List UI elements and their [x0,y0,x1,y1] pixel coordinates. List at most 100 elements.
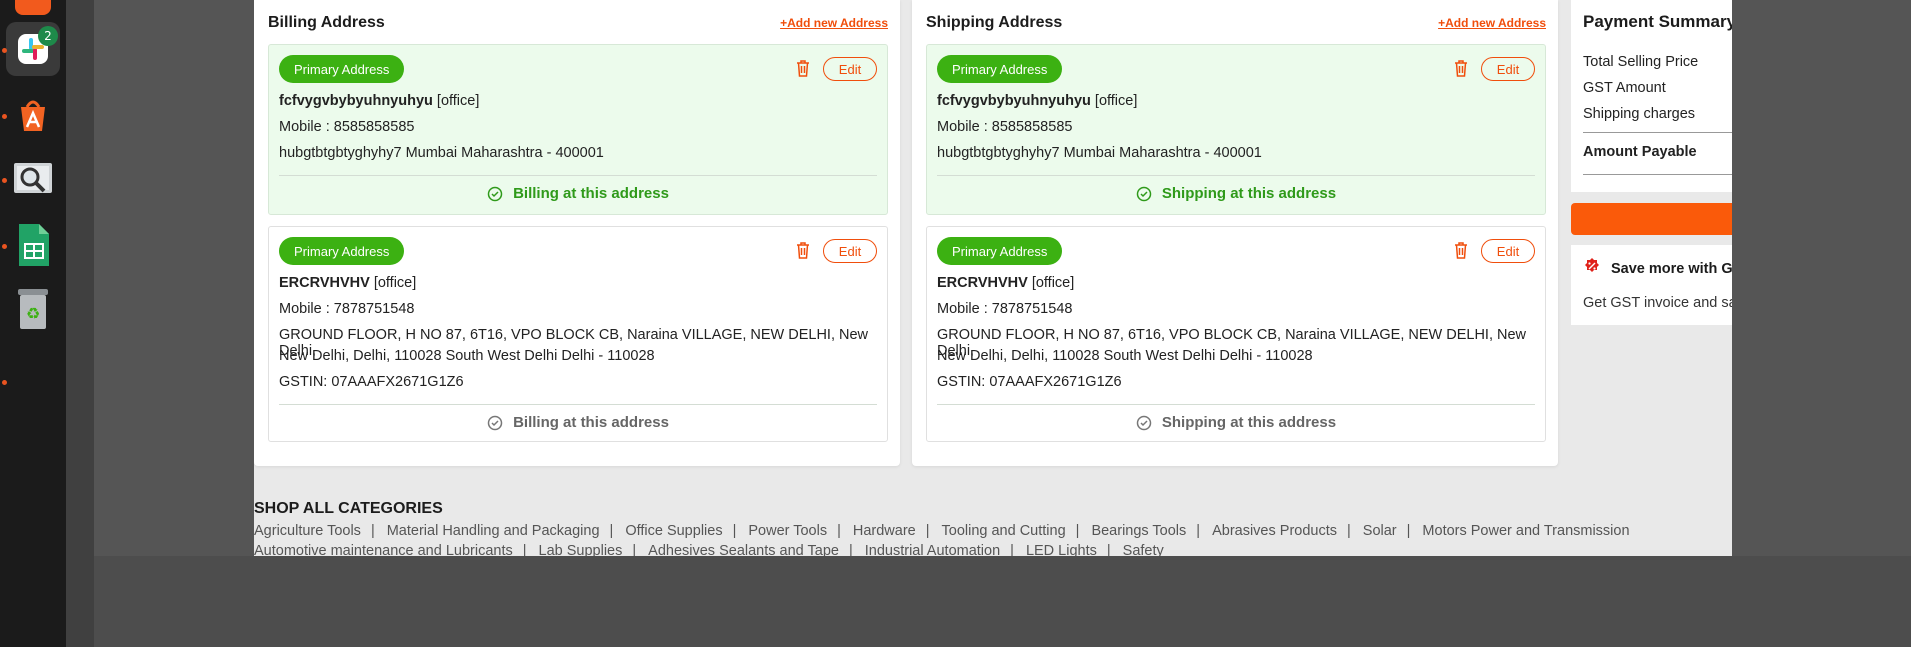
shipping-add-address-link[interactable]: +Add new Address [1438,16,1546,30]
dock-slack[interactable]: 2 [6,22,60,76]
category-link[interactable]: Agriculture Tools [254,523,361,539]
category-link[interactable]: LED Lights [1026,543,1097,556]
shipping-address-card-1[interactable]: Primary Address Edit fcfvygvbybyuhnyuhyu… [926,44,1546,215]
primary-address-badge: Primary Address [279,55,405,83]
backdrop-bottom [94,556,1911,647]
edit-button[interactable]: Edit [823,57,877,81]
billing-at-address-option[interactable]: Billing at this address [269,414,887,431]
dock-dot [2,244,7,249]
delete-icon[interactable] [1453,59,1469,77]
category-link[interactable]: Abrasives Products [1212,523,1337,539]
dock-trash[interactable]: ♻ [6,282,60,336]
check-circle-icon [487,415,503,430]
category-separator: | [1196,523,1201,539]
category-separator: | [1347,523,1351,539]
dock-dot [2,114,7,119]
primary-address-badge: Primary Address [937,237,1063,265]
address-mobile: Mobile : 8585858585 [937,119,1073,135]
billing-address-card-2[interactable]: Primary Address Edit ERCRVHVHV [office] … [268,226,888,442]
category-link[interactable]: Power Tools [748,523,827,539]
app-dock: 2 ♻ [0,0,66,647]
shipping-address-card-2[interactable]: Primary Address Edit ERCRVHVHV [office] … [926,226,1546,442]
app-store-icon [15,0,51,15]
dock-spreadsheet[interactable] [6,218,60,272]
delete-icon[interactable] [1453,241,1469,259]
category-separator: | [1010,543,1014,556]
summary-row-gst: GST Amount [1583,80,1666,96]
summary-amount-payable: Amount Payable [1583,144,1697,160]
svg-text:♻: ♻ [26,304,40,323]
category-link[interactable]: Industrial Automation [865,543,1000,556]
billing-panel: Billing Address +Add new Address Primary… [254,0,900,466]
category-separator: | [837,523,841,539]
address-mobile: Mobile : 8585858585 [279,119,415,135]
category-link[interactable]: Motors Power and Transmission [1422,523,1629,539]
category-link[interactable]: Hardware [853,523,916,539]
dock-search-tool[interactable] [6,152,60,206]
category-separator: | [522,543,527,556]
magnifier-app-icon [14,163,52,193]
discount-badge-icon [1585,258,1599,272]
gst-savings-box: Save more with GST Get GST invoice and s… [1571,245,1732,325]
card-divider [279,404,877,405]
trash-app-icon: ♻ [18,289,48,329]
category-link[interactable]: Lab Supplies [539,543,623,556]
edit-button[interactable]: Edit [1481,57,1535,81]
summary-divider [1583,132,1732,133]
address-mobile: Mobile : 7878751548 [937,301,1073,317]
dock-dot [2,380,7,385]
checkout-page: Billing Address +Add new Address Primary… [254,0,1732,556]
save-more-text: Get GST invoice and save [1583,295,1732,311]
edit-button[interactable]: Edit [1481,239,1535,263]
category-link[interactable]: Solar [1363,523,1397,539]
category-link[interactable]: Adhesives Sealants and Tape [648,543,839,556]
shipping-panel: Shipping Address +Add new Address Primar… [912,0,1558,466]
delete-icon[interactable] [795,241,811,259]
address-name: fcfvygvbybyuhnyuhyu [office] [279,93,480,109]
dock-dot [2,48,7,53]
check-circle-icon [1136,186,1152,201]
card-divider [279,175,877,176]
card-divider [937,175,1535,176]
spreadsheet-icon [19,224,49,266]
categories-row-2: Automotive maintenance and Lubricants | La… [254,543,1164,556]
category-separator: | [925,523,930,539]
primary-address-badge: Primary Address [279,237,405,265]
address-gstin: GSTIN: 07AAAFX2671G1Z6 [279,374,464,390]
categories-row-1: Agriculture Tools | Material Handling and … [254,523,1630,539]
delete-icon[interactable] [795,59,811,77]
address-name: fcfvygvbybyuhnyuhyu [office] [937,93,1138,109]
address-line: New Delhi, Delhi, 110028 South West Delh… [937,348,1313,364]
payment-summary-panel: Payment Summary Total Selling Price GST … [1571,0,1732,192]
category-separator: | [1406,523,1411,539]
summary-row-shipping: Shipping charges [1583,106,1696,122]
category-separator: | [370,523,375,539]
category-separator: | [632,543,637,556]
billing-at-address-option[interactable]: Billing at this address [269,185,887,202]
category-link[interactable]: Office Supplies [625,523,722,539]
shipping-at-address-option[interactable]: Shipping at this address [927,414,1545,431]
category-link[interactable]: Safety [1123,543,1164,556]
billing-add-address-link[interactable]: +Add new Address [780,16,888,30]
place-order-button[interactable] [1571,203,1732,235]
category-link[interactable]: Bearings Tools [1091,523,1186,539]
edit-button[interactable]: Edit [823,239,877,263]
summary-row-selling-price: Total Selling Price [1583,54,1699,70]
billing-address-card-1[interactable]: Primary Address Edit fcfvygvbybyuhnyuhyu… [268,44,888,215]
primary-address-badge: Primary Address [937,55,1063,83]
check-circle-icon [487,186,503,201]
category-link[interactable]: Tooling and Cutting [942,523,1066,539]
dock-software[interactable] [6,88,60,142]
category-link[interactable]: Material Handling and Packaging [387,523,600,539]
dock-app-top[interactable] [6,0,60,24]
address-line: New Delhi, Delhi, 110028 South West Delh… [279,348,655,364]
slack-badge: 2 [38,26,58,46]
category-separator: | [1075,523,1080,539]
check-circle-icon [1136,415,1152,430]
categories-title: SHOP ALL CATEGORIES [254,500,443,517]
category-link[interactable]: Automotive maintenance and Lubricants [254,543,513,556]
address-line: hubgtbtgbtyghyhy7 Mumbai Maharashtra - 4… [279,145,604,161]
shipping-at-address-option[interactable]: Shipping at this address [927,185,1545,202]
address-line: hubgtbtgbtyghyhy7 Mumbai Maharashtra - 4… [937,145,1262,161]
payment-summary-title: Payment Summary [1583,12,1732,31]
